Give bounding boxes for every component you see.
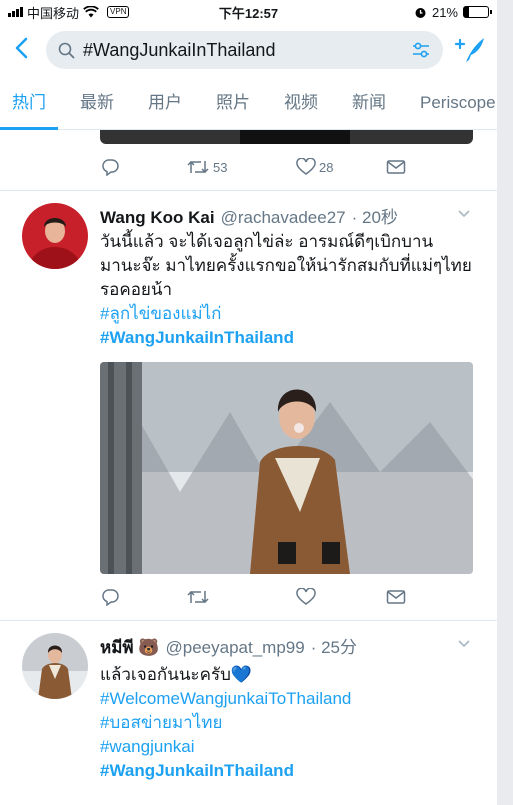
tweet-author-handle[interactable]: @peeyapat_mp99	[166, 638, 305, 658]
tab-top[interactable]: 热门	[0, 76, 58, 130]
hashtag-link[interactable]: #WangJunkaiInThailand	[100, 326, 473, 350]
tab-photos[interactable]: 照片	[216, 76, 250, 130]
tweet-photo[interactable]	[100, 362, 473, 574]
alarm-icon	[415, 7, 426, 18]
chevron-left-icon	[15, 37, 28, 59]
vpn-badge: VPN	[107, 6, 130, 18]
tweet[interactable]: หมีพี 🐻 @peeyapat_mp99 · 25分 แล้วเจอกันน…	[0, 621, 497, 783]
tweet-timestamp: · 20秒	[351, 208, 398, 227]
like-button[interactable]: 28	[296, 158, 386, 176]
status-bar: 中国移动 VPN 下午12:57 21%	[0, 0, 497, 24]
chevron-down-icon[interactable]	[457, 637, 471, 651]
reply-button[interactable]	[100, 158, 186, 176]
hashtag-link[interactable]: #ลูกไข่ของแม่ไก่	[100, 302, 473, 326]
tweet-author-name[interactable]: หมีพี 🐻	[100, 634, 160, 661]
search-tabs: 热门 最新 用户 照片 视频 新闻 Periscope	[0, 76, 497, 130]
tweet[interactable]: Wang Koo Kai @rachavadee27 · 20秒 วันนี้แ…	[0, 191, 497, 574]
back-button[interactable]	[14, 37, 36, 63]
avatar[interactable]	[22, 633, 88, 699]
battery-icon	[463, 6, 492, 18]
tweet-author-name[interactable]: Wang Koo Kai	[100, 208, 215, 228]
signal-icon	[8, 7, 23, 17]
previous-tweet-actions: 53 28	[0, 144, 497, 190]
tweet-body: แล้วเจอกันนะครับ💙	[100, 665, 253, 684]
tweet-timestamp: · 25分	[310, 638, 357, 657]
tab-periscope[interactable]: Periscope	[420, 76, 496, 130]
retweet-button[interactable]	[186, 588, 296, 606]
tweet-body: วันนี้แล้ว จะได้เจอลูกไข่ล่ะ อารมณ์ดีๆเบ…	[100, 232, 472, 299]
compose-tweet-button[interactable]	[453, 36, 487, 64]
search-input[interactable]: #WangJunkaiInThailand	[46, 31, 443, 69]
tweet-author-handle[interactable]: @rachavadee27	[221, 208, 346, 228]
twitter-search-screen: 中国移动 VPN 下午12:57 21% #WangJunkaiInThaila…	[0, 0, 497, 805]
heart-icon	[296, 158, 316, 175]
hashtag-link[interactable]: #WangJunkaiInThailand	[100, 759, 473, 783]
tweet-text: วันนี้แล้ว จะได้เจอลูกไข่ล่ะ อารมณ์ดีๆเบ…	[100, 230, 473, 350]
hashtag-link[interactable]: #WelcomeWangjunkaiToThailand	[100, 687, 473, 711]
avatar[interactable]	[22, 203, 88, 269]
search-header: #WangJunkaiInThailand	[0, 24, 497, 76]
chevron-down-icon[interactable]	[457, 207, 471, 221]
reply-icon	[102, 159, 119, 176]
tab-news[interactable]: 新闻	[352, 76, 386, 130]
like-button[interactable]	[296, 588, 386, 606]
battery-percent: 21%	[431, 4, 458, 20]
retweet-count: 53	[213, 159, 228, 175]
reply-button[interactable]	[100, 588, 186, 606]
like-count: 28	[319, 159, 334, 175]
avatar-photo	[22, 203, 88, 269]
retweet-button[interactable]: 53	[186, 158, 296, 176]
retweet-icon	[187, 590, 209, 604]
tweet-text: แล้วเจอกันนะครับ💙 #WelcomeWangjunkaiToTh…	[100, 663, 473, 783]
previous-tweet-media[interactable]	[100, 130, 473, 144]
avatar-photo	[22, 633, 88, 699]
hashtag-link[interactable]: #บอสข่ายมาไทย	[100, 711, 473, 735]
retweet-icon	[187, 160, 209, 174]
search-query: #WangJunkaiInThailand	[83, 39, 276, 60]
mail-icon	[386, 590, 406, 604]
tweet-photo-image	[100, 362, 473, 574]
tweet-actions	[0, 574, 497, 620]
filter-settings-icon[interactable]	[411, 41, 431, 59]
share-button[interactable]	[386, 589, 406, 605]
tab-latest[interactable]: 最新	[80, 76, 114, 130]
hashtag-link[interactable]: #wangjunkai	[100, 735, 473, 759]
mail-icon	[386, 160, 406, 174]
tab-videos[interactable]: 视频	[284, 76, 318, 130]
heart-icon	[296, 588, 316, 605]
share-button[interactable]	[386, 159, 406, 175]
compose-feather-icon	[454, 38, 484, 62]
reply-icon	[102, 589, 119, 606]
tab-people[interactable]: 用户	[148, 76, 182, 130]
search-icon	[58, 42, 75, 58]
wifi-icon	[83, 6, 99, 18]
carrier-label: 中国移动	[27, 5, 80, 21]
